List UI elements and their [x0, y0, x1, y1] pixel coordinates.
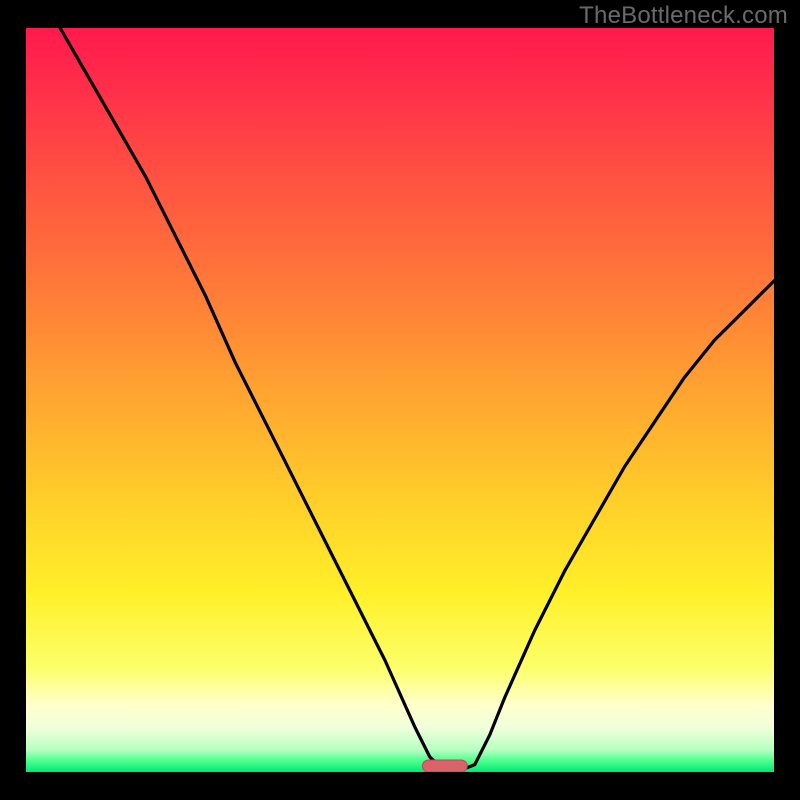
- optimum-marker: [422, 760, 467, 772]
- chart-plot-area: [26, 28, 774, 772]
- watermark-text: TheBottleneck.com: [579, 2, 788, 30]
- chart-svg: [26, 28, 774, 772]
- chart-frame: TheBottleneck.com: [0, 0, 800, 800]
- gradient-background: [26, 28, 774, 772]
